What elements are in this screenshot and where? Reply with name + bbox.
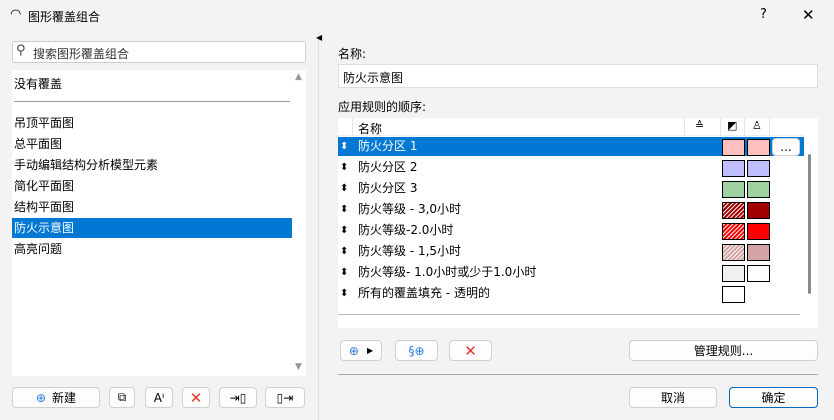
table-row[interactable]: ⬍ 防火分区 2 bbox=[338, 158, 804, 177]
drag-handle-icon[interactable]: ⬍ bbox=[340, 137, 348, 156]
close-button[interactable]: ✕ bbox=[802, 6, 815, 24]
table-row[interactable]: ⬍ 防火分区 3 bbox=[338, 179, 804, 198]
name-input[interactable]: 防火示意图 bbox=[338, 64, 818, 88]
splitter[interactable] bbox=[318, 32, 319, 420]
rules-table[interactable]: 名称 ≙ ◩ ♙ ⬍ 防火分区 1... ⬍ 防火分区 2 ⬍ 防火分区 3 ⬍ 防火… bbox=[338, 118, 818, 328]
scrollbar[interactable]: ▲ ▼ bbox=[293, 70, 306, 376]
table-row[interactable]: ⬍ 防火等级 - 3,0小时 bbox=[338, 200, 804, 219]
list-item[interactable]: 吊顶平面图 bbox=[12, 113, 292, 133]
table-scrollbar[interactable] bbox=[808, 154, 811, 294]
export-icon: ▯⇥ bbox=[276, 390, 294, 405]
rule-name: 所有的覆盖填充 - 透明的 bbox=[358, 286, 490, 300]
add-rule-from-library-button[interactable]: §⊕ bbox=[395, 340, 438, 361]
add-rule-button[interactable]: ⊕ ▶ bbox=[340, 340, 382, 361]
drag-handle-icon[interactable]: ⬍ bbox=[340, 200, 348, 219]
remove-rule-button[interactable]: ✕ bbox=[449, 340, 492, 361]
background-swatch[interactable] bbox=[747, 202, 770, 219]
delete-icon: ✕ bbox=[464, 341, 477, 360]
fill-swatch[interactable] bbox=[722, 244, 745, 261]
help-button[interactable]: ? bbox=[760, 7, 767, 22]
drag-handle-icon[interactable]: ⬍ bbox=[340, 263, 348, 282]
export-button[interactable]: ▯⇥ bbox=[265, 387, 305, 408]
ok-button[interactable]: 确定 bbox=[729, 387, 818, 408]
scroll-down-icon[interactable]: ▼ bbox=[295, 362, 302, 372]
delete-icon: ✕ bbox=[189, 388, 203, 407]
table-row[interactable]: ⬍ 所有的覆盖填充 - 透明的 bbox=[338, 284, 804, 303]
plus-circle-icon: ⊕ bbox=[35, 390, 47, 405]
rule-add-icon: §⊕ bbox=[408, 343, 425, 358]
rename-button[interactable]: Aᴵ bbox=[145, 387, 173, 408]
background-swatch[interactable] bbox=[747, 160, 770, 177]
background-swatch[interactable] bbox=[747, 181, 770, 198]
drag-handle-icon[interactable]: ⬍ bbox=[340, 242, 348, 261]
drag-handle-icon[interactable]: ⬍ bbox=[340, 284, 348, 303]
list-item[interactable]: 手动编辑结构分析模型元素 bbox=[12, 155, 292, 175]
list-item[interactable]: 结构平面图 bbox=[12, 197, 292, 217]
list-item[interactable]: 总平面图 bbox=[12, 134, 292, 154]
background-swatch[interactable] bbox=[747, 265, 770, 282]
window-title: 图形覆盖组合 bbox=[28, 10, 101, 24]
drag-handle-icon[interactable]: ⬍ bbox=[340, 158, 348, 177]
drag-handle-icon[interactable]: ⬍ bbox=[340, 179, 348, 198]
divider bbox=[338, 374, 818, 375]
title-bar: ◠ 图形覆盖组合 ? ✕ bbox=[0, 0, 834, 32]
duplicate-button[interactable]: ⧉ bbox=[109, 387, 135, 408]
surface-icon: ≙ bbox=[695, 119, 705, 132]
manage-rules-button[interactable]: 管理规则... bbox=[629, 340, 818, 361]
background-swatch[interactable] bbox=[747, 244, 770, 261]
divider bbox=[14, 101, 290, 102]
new-button[interactable]: ⊕ 新建 bbox=[12, 387, 100, 408]
fill-swatch[interactable] bbox=[722, 160, 745, 177]
rule-name: 防火等级-2.0小时 bbox=[358, 223, 454, 237]
rename-icon: Aᴵ bbox=[153, 390, 165, 405]
rule-name: 防火分区 1 bbox=[358, 139, 418, 153]
table-header: 名称 ≙ ◩ ♙ bbox=[338, 118, 804, 136]
list-item[interactable]: 高亮问题 bbox=[12, 239, 292, 259]
fill-swatch[interactable] bbox=[722, 265, 745, 282]
fill-swatch[interactable] bbox=[722, 223, 745, 240]
table-row[interactable]: ⬍ 防火等级-2.0小时 bbox=[338, 221, 804, 240]
background-swatch[interactable] bbox=[747, 223, 770, 240]
drag-handle-icon[interactable]: ⬍ bbox=[340, 221, 348, 240]
fill-swatch[interactable] bbox=[722, 202, 745, 219]
collapse-icon[interactable]: ◀ bbox=[316, 33, 322, 42]
header-name: 名称 bbox=[358, 122, 383, 136]
import-button[interactable]: ⇥▯ bbox=[219, 387, 257, 408]
name-label: 名称: bbox=[338, 47, 367, 61]
plus-circle-icon: ⊕ bbox=[348, 343, 359, 358]
more-button[interactable]: ... bbox=[772, 138, 800, 156]
divider bbox=[338, 314, 800, 315]
table-row[interactable]: ⬍ 防火分区 1... bbox=[338, 137, 804, 156]
table-row[interactable]: ⬍ 防火等级 - 1,5小时 bbox=[338, 242, 804, 261]
rule-name: 防火等级 - 3,0小时 bbox=[358, 202, 462, 216]
dropdown-arrow-icon: ▶ bbox=[366, 346, 374, 355]
search-input[interactable]: ⚲ 搜索图形覆盖组合 bbox=[12, 41, 306, 63]
fill-pattern-icon: ◩ bbox=[727, 119, 738, 132]
list-item-none[interactable]: 没有覆盖 bbox=[12, 74, 292, 94]
table-row[interactable]: ⬍ 防火等级- 1.0小时或少于1.0小时 bbox=[338, 263, 804, 282]
delete-button[interactable]: ✕ bbox=[182, 387, 210, 408]
fill-swatch[interactable] bbox=[722, 181, 745, 198]
cancel-button[interactable]: 取消 bbox=[629, 387, 717, 408]
list-item[interactable]: 简化平面图 bbox=[12, 176, 292, 196]
background-swatch[interactable] bbox=[747, 139, 770, 156]
fill-swatch[interactable] bbox=[722, 139, 745, 156]
rule-name: 防火分区 3 bbox=[358, 181, 418, 195]
app-icon: ◠ bbox=[10, 7, 22, 22]
rule-name: 防火分区 2 bbox=[358, 160, 418, 174]
paint-bucket-icon: ♙ bbox=[752, 119, 762, 132]
fill-swatch[interactable] bbox=[722, 286, 745, 303]
overlay-combination-list[interactable]: 没有覆盖 吊顶平面图 总平面图 手动编辑结构分析模型元素 简化平面图 结构平面图 防火示意… bbox=[12, 70, 306, 376]
rule-name: 防火等级- 1.0小时或少于1.0小时 bbox=[358, 265, 537, 279]
duplicate-icon: ⧉ bbox=[117, 390, 127, 404]
search-icon: ⚲ bbox=[16, 43, 26, 58]
list-item[interactable]: 防火示意图 bbox=[12, 218, 292, 238]
scroll-up-icon[interactable]: ▲ bbox=[295, 72, 302, 82]
search-placeholder: 搜索图形覆盖组合 bbox=[33, 47, 130, 61]
new-label: 新建 bbox=[52, 391, 77, 405]
rules-label: 应用规则的顺序: bbox=[338, 100, 427, 114]
rule-name: 防火等级 - 1,5小时 bbox=[358, 244, 462, 258]
import-icon: ⇥▯ bbox=[229, 390, 247, 405]
